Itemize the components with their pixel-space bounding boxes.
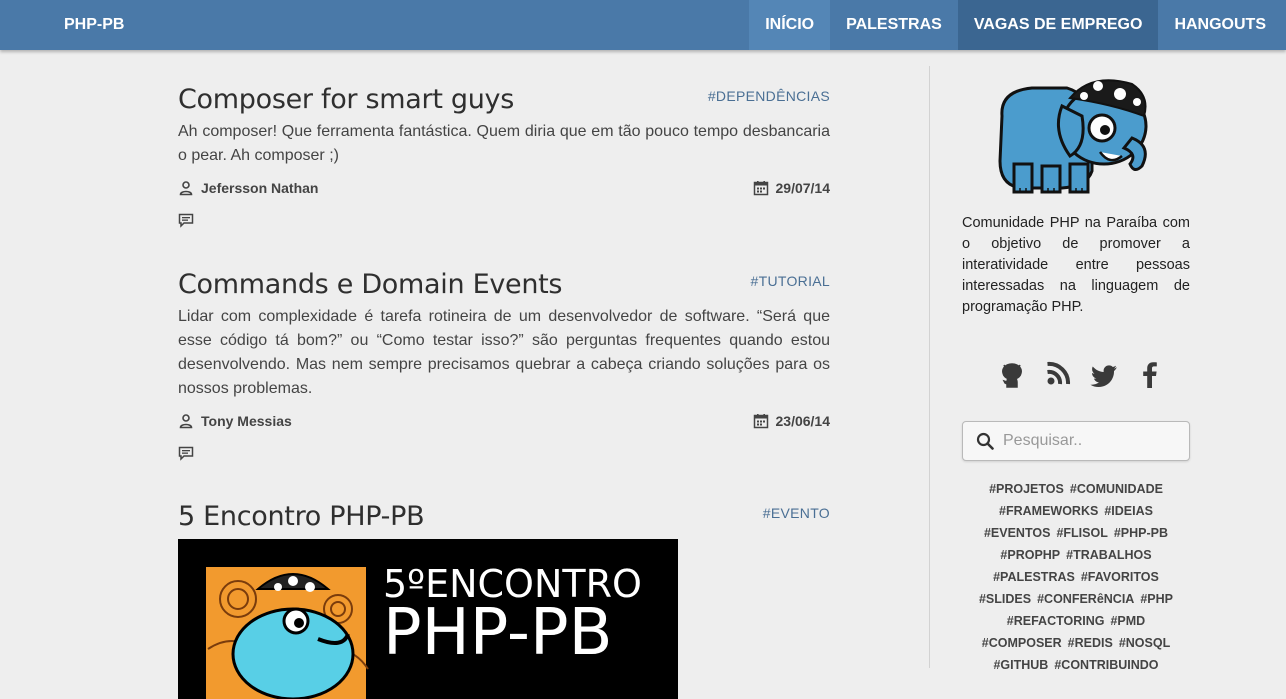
- tag-link[interactable]: #PROJETOS: [989, 482, 1064, 496]
- post-header: 5 Encontro PHP-PB #EVENTO: [178, 497, 830, 537]
- post-header: Commands e Domain Events #TUTORIAL: [178, 265, 830, 305]
- event-banner-image: 5ºENCONTRO PHP-PB: [178, 539, 678, 699]
- tag-row: #PALESTRAS #FAVORITOS: [962, 566, 1190, 588]
- calendar-icon: [753, 413, 769, 429]
- post-item: Composer for smart guys #DEPENDÊNCIAS Ah…: [178, 80, 830, 228]
- tag-link[interactable]: #EVENTOS: [984, 526, 1050, 540]
- tag-link[interactable]: #NOSQL: [1119, 636, 1170, 650]
- nav-hangouts[interactable]: HANGOUTS: [1158, 0, 1286, 50]
- tag-link[interactable]: #SLIDES: [979, 592, 1031, 606]
- tag-row: #PROJETOS #COMUNIDADE: [962, 478, 1190, 500]
- rss-icon[interactable]: [1042, 360, 1074, 388]
- nav-inicio[interactable]: INÍCIO: [749, 0, 831, 50]
- github-icon[interactable]: [996, 360, 1028, 388]
- post-author: Tony Messias: [178, 413, 292, 429]
- author-name: Tony Messias: [201, 413, 292, 429]
- author-name: Jefersson Nathan: [201, 180, 319, 196]
- tag-cloud: #PROJETOS #COMUNIDADE #FRAMEWORKS #IDEIAS …: [962, 478, 1190, 676]
- post-excerpt: Lidar com complexidade é tarefa rotineir…: [178, 308, 830, 397]
- tag-link[interactable]: #PALESTRAS: [993, 570, 1075, 584]
- comment-icon[interactable]: [178, 212, 830, 228]
- post-date: 29/07/14: [753, 180, 831, 196]
- social-links: [996, 360, 1166, 388]
- tag-link[interactable]: #REDIS: [1068, 636, 1113, 650]
- search-box: [962, 421, 1190, 461]
- about-text: Comunidade PHP na Paraíba com o objetivo…: [962, 215, 1190, 315]
- tag-link[interactable]: #FAVORITOS: [1081, 570, 1159, 584]
- tag-link[interactable]: #REFACTORING: [1007, 614, 1105, 628]
- user-icon: [178, 413, 194, 429]
- tag-row: #GITHUB #CONTRIBUINDO: [962, 654, 1190, 676]
- main-nav: INÍCIO PALESTRAS VAGAS DE EMPREGO HANGOU…: [749, 0, 1286, 50]
- date-text: 29/07/14: [775, 180, 831, 196]
- tag-link[interactable]: #FLISOL: [1056, 526, 1107, 540]
- sidebar-divider: [929, 66, 930, 668]
- tag-link[interactable]: #FRAMEWORKS: [999, 504, 1098, 518]
- date-text: 23/06/14: [775, 413, 831, 429]
- user-icon: [178, 180, 194, 196]
- post-tag-link[interactable]: #EVENTO: [763, 505, 830, 521]
- navbar: PHP-PB INÍCIO PALESTRAS VAGAS DE EMPREGO…: [0, 0, 1286, 50]
- tag-row: #PROPHP #TRABALHOS: [962, 544, 1190, 566]
- post-meta: Jefersson Nathan 29/07/14: [178, 180, 830, 204]
- calendar-icon: [753, 180, 769, 196]
- post-meta: Tony Messias 23/06/14: [178, 413, 830, 437]
- nav-vagas-de-emprego[interactable]: VAGAS DE EMPREGO: [957, 0, 1159, 50]
- tag-row: #REFACTORING #PMD: [962, 610, 1190, 632]
- post-tag-link[interactable]: #TUTORIAL: [751, 273, 830, 289]
- tag-link[interactable]: #COMUNIDADE: [1070, 482, 1163, 496]
- post-title-link[interactable]: 5 Encontro PHP-PB: [178, 497, 425, 537]
- search-icon: [976, 432, 994, 450]
- twitter-icon[interactable]: [1088, 360, 1120, 388]
- tag-link[interactable]: #CONTRIBUINDO: [1054, 658, 1158, 672]
- tag-link[interactable]: #PHP: [1140, 592, 1173, 606]
- facebook-icon[interactable]: [1134, 360, 1166, 388]
- post-excerpt: Ah composer! Que ferramenta fantástica. …: [178, 123, 830, 164]
- tag-link[interactable]: #GITHUB: [993, 658, 1048, 672]
- tag-row: #FRAMEWORKS #IDEIAS: [962, 500, 1190, 522]
- comment-icon[interactable]: [178, 445, 830, 461]
- tag-row: #SLIDES #CONFERêNCIA #PHP: [962, 588, 1190, 610]
- tag-link[interactable]: #PHP-PB: [1114, 526, 1168, 540]
- tag-link[interactable]: #COMPOSER: [982, 636, 1062, 650]
- post-title-link[interactable]: Composer for smart guys: [178, 80, 514, 120]
- post-title-link[interactable]: Commands e Domain Events: [178, 265, 562, 305]
- post-tag-link[interactable]: #DEPENDÊNCIAS: [708, 88, 830, 104]
- post-item: 5 Encontro PHP-PB #EVENTO 5ºENCONTRO PHP…: [178, 497, 830, 699]
- post-item: Commands e Domain Events #TUTORIAL Lidar…: [178, 265, 830, 461]
- tag-row: #COMPOSER #REDIS #NOSQL: [962, 632, 1190, 654]
- banner-line2: PHP-PB: [383, 596, 613, 670]
- post-date: 23/06/14: [753, 413, 831, 429]
- search-input[interactable]: [1003, 422, 1183, 460]
- post-header: Composer for smart guys #DEPENDÊNCIAS: [178, 80, 830, 120]
- brand-link[interactable]: PHP-PB: [64, 0, 124, 50]
- tag-link[interactable]: #PROPHP: [1000, 548, 1060, 562]
- elephant-logo-image: [992, 76, 1157, 201]
- tag-link[interactable]: #PMD: [1110, 614, 1145, 628]
- post-author: Jefersson Nathan: [178, 180, 318, 196]
- tag-link[interactable]: #TRABALHOS: [1066, 548, 1151, 562]
- tag-row: #EVENTOS #FLISOL #PHP-PB: [962, 522, 1190, 544]
- tag-link[interactable]: #IDEIAS: [1104, 504, 1153, 518]
- tag-link[interactable]: #CONFERêNCIA: [1037, 592, 1134, 606]
- nav-palestras[interactable]: PALESTRAS: [830, 0, 958, 50]
